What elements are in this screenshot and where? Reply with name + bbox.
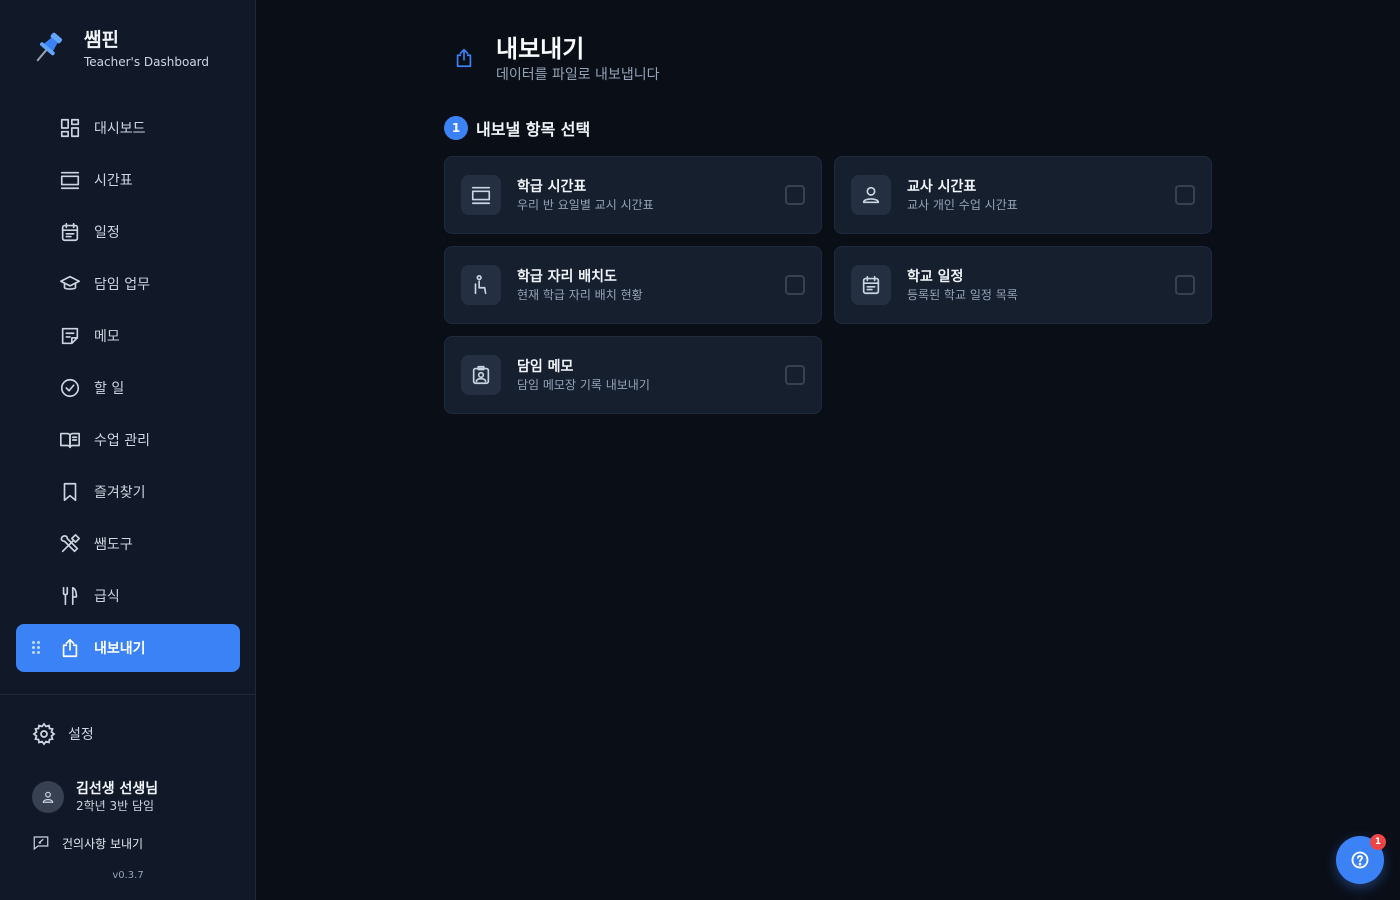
timetable-icon <box>461 175 501 215</box>
sidebar-item-schedule[interactable]: 일정 <box>16 208 240 256</box>
app-name: 쌤핀 <box>84 29 119 51</box>
export-option-description: 현재 학급 자리 배치 현황 <box>517 288 643 302</box>
export-option-description: 우리 반 요일별 교시 시간표 <box>517 198 654 212</box>
step-heading: 1 내보낼 항목 선택 <box>444 116 590 140</box>
export-option-title: 학교 일정 <box>907 269 964 285</box>
feedback-button[interactable]: 건의사항 보내기 <box>32 834 143 852</box>
share-icon <box>58 636 82 660</box>
export-option-title: 담임 메모 <box>517 359 574 375</box>
sidebar: 쌤핀 Teacher's Dashboard 대시보드 시간표 일정 담임 업무… <box>0 0 256 900</box>
person-icon <box>851 175 891 215</box>
avatar <box>32 781 64 813</box>
sidebar-item-dashboard[interactable]: 대시보드 <box>16 104 240 152</box>
export-option-homeroom-memo[interactable]: 담임 메모 담임 메모장 기록 내보내기 <box>444 336 822 414</box>
export-option-checkbox[interactable] <box>785 275 805 295</box>
sidebar-item-label: 수업 관리 <box>94 433 150 449</box>
sidebar-item-label: 쌤도구 <box>94 537 133 553</box>
question-circle-icon <box>1351 851 1369 869</box>
notification-badge: 1 <box>1370 834 1386 850</box>
sidebar-divider <box>0 694 256 695</box>
feedback-label: 건의사항 보내기 <box>62 836 144 851</box>
feedback-icon <box>33 836 49 851</box>
export-option-school-schedule[interactable]: 학교 일정 등록된 학교 일정 목록 <box>834 246 1212 324</box>
export-option-checkbox[interactable] <box>1175 275 1195 295</box>
page-header: 내보내기 데이터를 파일로 내보냅니다 <box>444 34 659 84</box>
sidebar-item-label: 메모 <box>94 329 120 345</box>
app-subtitle: Teacher's Dashboard <box>84 55 210 69</box>
sidebar-item-memo[interactable]: 메모 <box>16 312 240 360</box>
seat-icon <box>461 265 501 305</box>
calendar-icon <box>58 220 82 244</box>
sidebar-item-label: 즐겨찾기 <box>94 485 146 501</box>
sidebar-item-homeroom[interactable]: 담임 업무 <box>16 260 240 308</box>
sidebar-item-label: 내보내기 <box>94 641 146 657</box>
export-option-checkbox[interactable] <box>1175 185 1195 205</box>
export-option-class-timetable[interactable]: 학급 시간표 우리 반 요일별 교시 시간표 <box>444 156 822 234</box>
dashboard-icon <box>58 116 82 140</box>
settings-button[interactable]: 설정 <box>32 722 94 746</box>
step-number-badge: 1 <box>444 116 468 140</box>
sidebar-nav: 대시보드 시간표 일정 담임 업무 메모 할 일 수업 관리 즐겨찾기 쌤도구 … <box>16 104 240 676</box>
tools-icon <box>58 532 82 556</box>
pushpin-icon <box>36 32 63 62</box>
gear-icon <box>32 722 56 746</box>
sidebar-item-meals[interactable]: 급식 <box>16 572 240 620</box>
user-name: 김선생 선생님 <box>76 781 159 797</box>
export-option-checkbox[interactable] <box>785 365 805 385</box>
export-option-teacher-timetable[interactable]: 교사 시간표 교사 개인 수업 시간표 <box>834 156 1212 234</box>
export-option-description: 담임 메모장 기록 내보내기 <box>517 378 650 392</box>
sidebar-item-label: 담임 업무 <box>94 277 150 293</box>
sidebar-item-class-management[interactable]: 수업 관리 <box>16 416 240 464</box>
settings-label: 설정 <box>68 727 94 743</box>
calendar-icon <box>851 265 891 305</box>
share-icon <box>444 34 484 82</box>
app-version: v0.3.7 <box>112 870 144 881</box>
person-icon <box>42 791 54 803</box>
book-icon <box>58 428 82 452</box>
note-icon <box>58 324 82 348</box>
step-title: 내보낼 항목 선택 <box>476 120 591 139</box>
sidebar-item-bookmarks[interactable]: 즐겨찾기 <box>16 468 240 516</box>
export-option-description: 교사 개인 수업 시간표 <box>907 198 1018 212</box>
sidebar-item-label: 할 일 <box>94 381 125 397</box>
drag-handle-icon[interactable] <box>32 641 42 655</box>
export-option-title: 학급 시간표 <box>517 179 587 195</box>
sidebar-item-export[interactable]: 내보내기 <box>16 624 240 672</box>
sidebar-item-label: 일정 <box>94 225 120 241</box>
page-subtitle: 데이터를 파일로 내보냅니다 <box>496 67 660 83</box>
sidebar-item-label: 대시보드 <box>94 121 146 137</box>
export-option-description: 등록된 학교 일정 목록 <box>907 288 1018 302</box>
user-role: 2학년 3반 담임 <box>76 799 155 813</box>
utensils-icon <box>58 584 82 608</box>
export-option-title: 학급 자리 배치도 <box>517 269 617 285</box>
timetable-icon <box>58 168 82 192</box>
export-option-title: 교사 시간표 <box>907 179 977 195</box>
export-option-checkbox[interactable] <box>785 185 805 205</box>
page-title: 내보내기 <box>496 35 585 63</box>
bookmark-icon <box>58 480 82 504</box>
check-circle-icon <box>58 376 82 400</box>
sidebar-item-label: 시간표 <box>94 173 133 189</box>
brand: 쌤핀 Teacher's Dashboard <box>32 28 209 70</box>
user-profile[interactable]: 김선생 선생님 2학년 3반 담임 <box>32 780 158 814</box>
export-option-seating-chart[interactable]: 학급 자리 배치도 현재 학급 자리 배치 현황 <box>444 246 822 324</box>
sidebar-item-tools[interactable]: 쌤도구 <box>16 520 240 568</box>
graduation-cap-icon <box>58 272 82 296</box>
sidebar-item-label: 급식 <box>94 589 120 605</box>
sidebar-item-timetable[interactable]: 시간표 <box>16 156 240 204</box>
contact-card-icon <box>461 355 501 395</box>
sidebar-item-todo[interactable]: 할 일 <box>16 364 240 412</box>
